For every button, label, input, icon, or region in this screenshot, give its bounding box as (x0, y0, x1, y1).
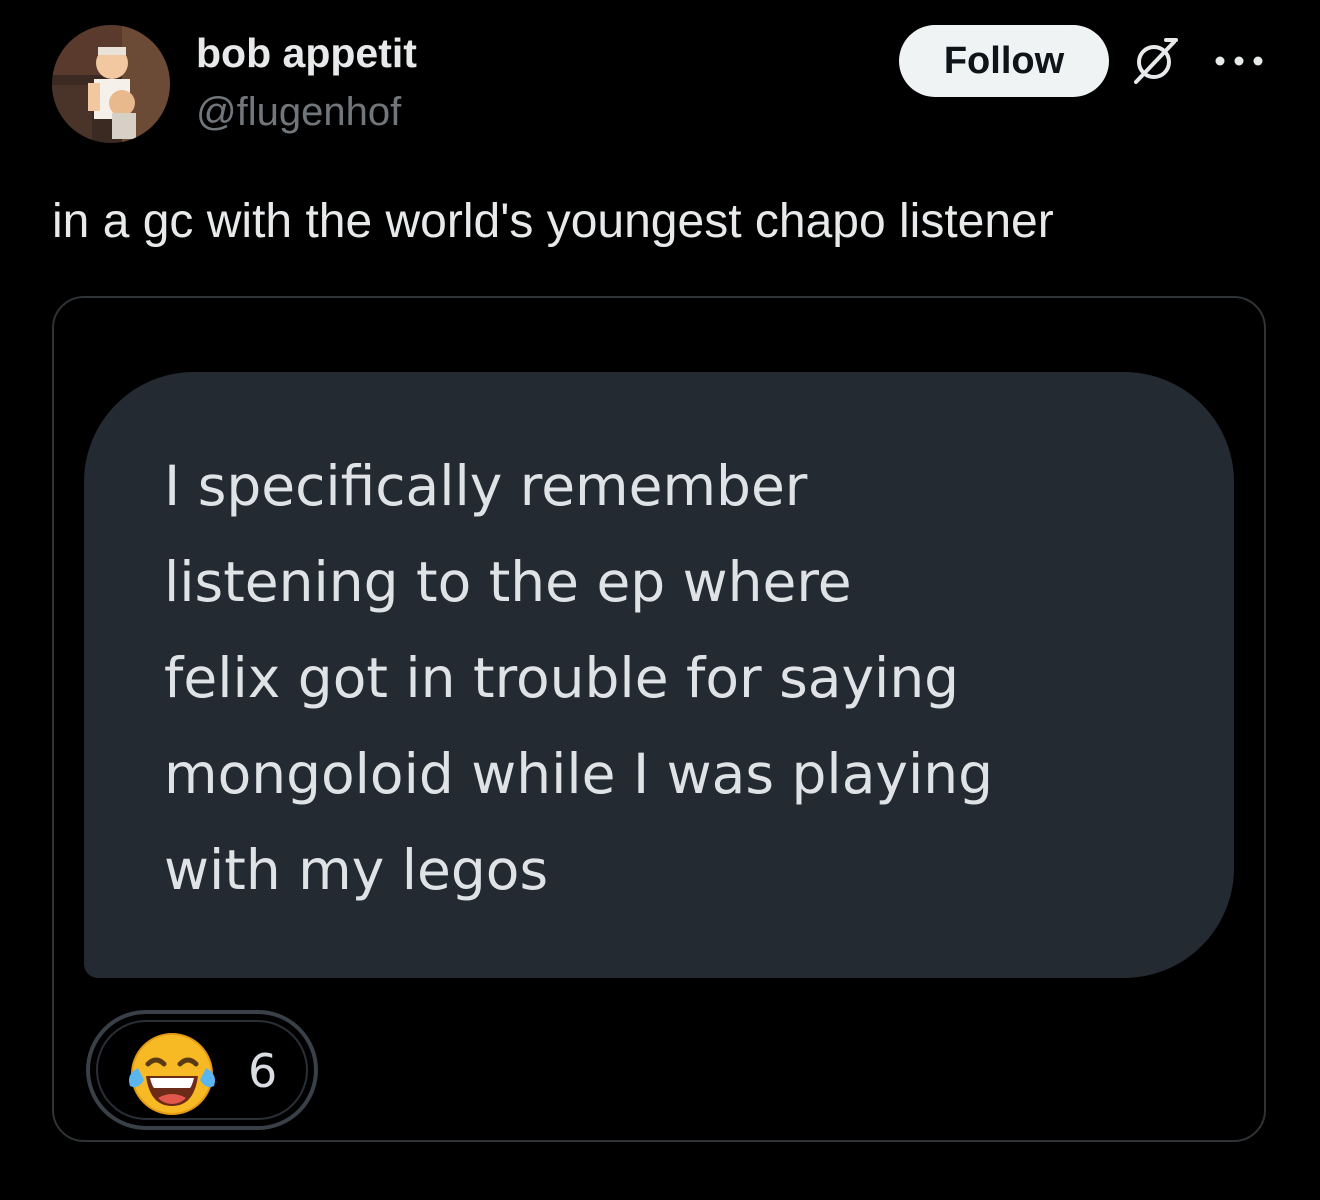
more-options-icon[interactable] (1212, 50, 1266, 72)
follow-button[interactable]: Follow (899, 25, 1109, 97)
message-bubble: I specifically remember listening to the… (84, 372, 1234, 978)
reaction-pill: 6 (86, 1010, 318, 1130)
author-avatar[interactable] (52, 25, 170, 143)
avatar-cartoon-icon (52, 25, 170, 143)
author-display-name[interactable]: bob appetit (196, 30, 417, 77)
tweet-text: in a gc with the world's youngest chapo … (52, 195, 1054, 248)
tweet-media[interactable]: I specifically remember listening to the… (52, 296, 1266, 1142)
face-with-tears-of-joy-icon (124, 1024, 220, 1120)
message-text: I specifically remember listening to the… (164, 454, 994, 902)
reaction-count: 6 (248, 1044, 278, 1098)
grok-icon[interactable] (1130, 36, 1180, 86)
author-handle[interactable]: @flugenhof (196, 90, 401, 135)
